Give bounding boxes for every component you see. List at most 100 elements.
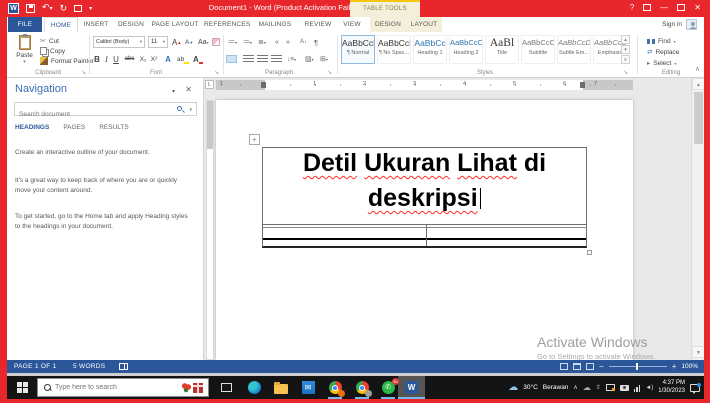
navigation-close-icon[interactable]: ✕ [185,85,192,94]
weather-condition[interactable]: Berawan [543,384,569,391]
action-center-icon[interactable] [690,384,700,392]
highlight-color-button[interactable]: ab [177,53,189,65]
tab-insert[interactable]: INSERT [81,17,111,32]
chrome-button-1[interactable] [322,376,348,399]
sign-in-link[interactable]: Sign in [662,17,682,32]
tab-stop-selector[interactable]: L [205,80,214,89]
scroll-up-icon[interactable]: ▲ [692,78,704,90]
align-right-button[interactable] [257,53,268,65]
sort-button[interactable]: A↓ [300,36,307,48]
zoom-out-icon[interactable]: − [599,360,604,373]
vertical-ruler[interactable] [206,100,214,360]
style-heading2[interactable]: AaBbCcCHeading 2 [449,35,483,64]
nav-tab-pages[interactable]: PAGES [63,124,85,131]
taskbar-search-box[interactable] [37,378,209,397]
scrollbar-thumb[interactable] [694,92,703,144]
clipboard-dialog-launcher[interactable]: ↘ [81,69,86,76]
decrease-indent-button[interactable]: « [275,36,279,48]
word-count[interactable]: 5 WORDS [73,360,105,373]
bold-button[interactable]: B [93,53,101,65]
tab-table-layout[interactable]: LAYOUT [407,17,441,32]
styles-scroll-up-icon[interactable]: ▴ [621,35,630,44]
collapse-ribbon-icon[interactable]: ∧ [695,65,700,73]
font-color-button[interactable]: A [193,53,203,65]
document-page[interactable]: + Detil Ukuran Lihat di deskripsi [216,100,633,360]
align-left-button[interactable] [226,53,237,65]
camera-tray-icon[interactable] [620,385,629,391]
copy-button[interactable]: Copy [40,46,65,56]
numbering-button[interactable]: ≕▾ [243,36,252,48]
cut-button[interactable]: ✂Cut [40,36,59,46]
display-tray-icon[interactable] [606,384,615,391]
document-table[interactable]: + Detil Ukuran Lihat di deskripsi [262,147,587,248]
right-indent-marker[interactable] [580,82,585,88]
nav-tab-headings[interactable]: HEADINGS [15,124,49,131]
navigation-search-box[interactable]: ▾ [14,102,197,116]
navigation-options-icon[interactable]: ▾ [172,88,175,95]
style-title[interactable]: AaBlTitle [485,35,519,64]
task-view-button[interactable] [213,376,239,399]
upload-tray-icon[interactable]: ⇧ [596,383,601,393]
style-subtitle[interactable]: AaBbCcCSubtitle [521,35,555,64]
zoom-in-icon[interactable]: + [672,360,677,373]
help-icon[interactable]: ? [630,3,634,12]
table-resize-handle[interactable] [587,250,592,255]
shading-button[interactable]: ▨▾ [305,53,314,65]
touch-mode-icon[interactable] [74,5,82,12]
tab-home[interactable]: HOME [44,17,78,32]
vertical-scrollbar[interactable]: ▲ ▼ [691,78,704,360]
start-button[interactable] [9,376,35,399]
find-button[interactable]: Find▾ [647,36,676,46]
style-subtle-emphasis[interactable]: AaBbCcDiSubtle Em... [557,35,591,64]
tab-design[interactable]: DESIGN [115,17,147,32]
borders-button[interactable]: ⊞▾ [320,53,328,65]
justify-button[interactable] [271,53,282,65]
tab-page-layout[interactable]: PAGE LAYOUT [150,17,200,32]
page-indicator[interactable]: PAGE 1 OF 1 [14,360,57,373]
word-taskbar-button[interactable]: W [398,376,425,399]
weather-temperature[interactable]: 30°C [523,384,538,391]
print-layout-icon[interactable] [573,363,581,370]
style-no-spacing[interactable]: AaBbCcDc¶ No Spac... [377,35,411,64]
increase-indent-button[interactable]: » [286,36,290,48]
text-effects-button[interactable]: A [163,53,173,65]
zoom-slider[interactable] [609,366,667,367]
change-case-button[interactable]: Aa▾ [198,36,209,48]
minimize-icon[interactable]: — [660,3,668,12]
tab-mailings[interactable]: MAILINGS [255,17,295,32]
select-button[interactable]: ▸Select▾ [647,58,676,68]
zoom-slider-thumb[interactable] [636,363,638,370]
read-mode-icon[interactable] [560,363,568,370]
account-avatar[interactable] [686,19,697,30]
strikethrough-button[interactable]: abc [123,53,136,65]
superscript-button[interactable]: X² [149,53,159,65]
tab-references[interactable]: REFERENCES [204,17,250,32]
styles-scroll-down-icon[interactable]: ▾ [621,45,630,54]
file-explorer-button[interactable] [268,376,294,399]
font-size-select[interactable]: 11▾ [148,36,168,48]
web-layout-icon[interactable] [586,363,594,370]
style-heading1[interactable]: AaBbCcHeading 1 [413,35,447,64]
show-paragraph-marks-button[interactable]: ¶ [314,36,318,48]
align-center-button[interactable] [243,53,254,65]
subscript-button[interactable]: X₂ [138,53,148,65]
edge-button[interactable] [241,376,267,399]
chrome-button-2[interactable] [349,376,375,399]
network-icon[interactable] [634,384,641,392]
search-magnifier-icon[interactable] [177,106,182,111]
tab-review[interactable]: REVIEW [301,17,335,32]
onedrive-cloud-icon[interactable]: ☁ [583,383,591,393]
clear-formatting-button[interactable] [212,36,220,48]
scroll-down-icon[interactable]: ▼ [692,346,704,358]
font-family-select[interactable]: Calibri (Body)▾ [93,36,145,48]
search-document-input[interactable] [15,109,165,121]
nav-tab-results[interactable]: RESULTS [99,124,129,131]
tab-view[interactable]: VIEW [338,17,366,32]
replace-button[interactable]: ⇄Replace [647,47,679,57]
save-icon[interactable] [26,4,35,13]
undo-icon[interactable]: ↶▾ [42,2,53,15]
weather-cloud-icon[interactable]: ☁ [508,383,518,393]
taskbar-search-input[interactable] [51,383,182,392]
multilevel-list-button[interactable]: ≣▾ [258,36,266,48]
close-icon[interactable]: ✕ [694,3,701,12]
